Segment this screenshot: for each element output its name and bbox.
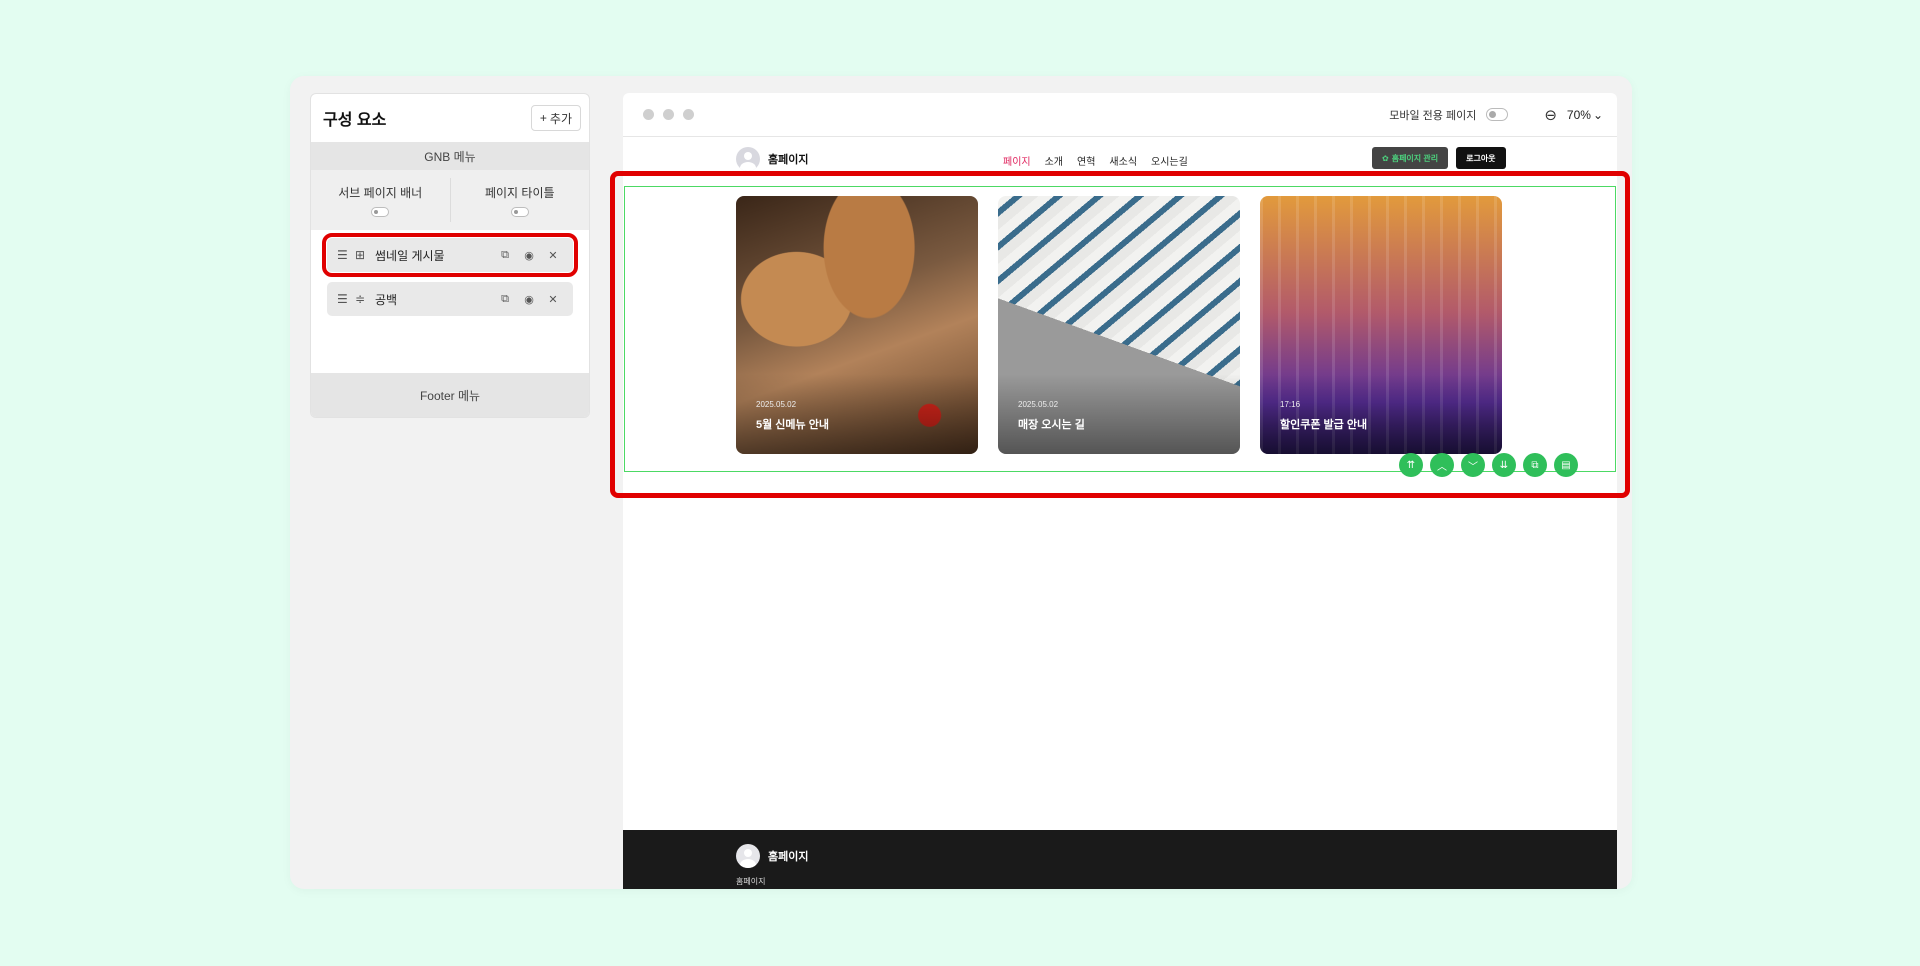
component-item-thumbnail[interactable]: ☰ ⊞ 썸네일 게시물 ⧉ ◉ ✕ xyxy=(322,233,578,277)
thumbnail-section[interactable]: 2025.05.02 5월 신메뉴 안내 2025.05.02 매장 오시는 길… xyxy=(623,183,1617,477)
site-nav: 페이지 소개 연혁 새소식 오시는길 xyxy=(1003,153,1188,168)
site-name: 홈페이지 xyxy=(768,154,809,166)
chevrons-down-icon[interactable]: ⇊ xyxy=(1492,453,1516,477)
copy-icon[interactable]: ⧉ xyxy=(493,293,517,306)
page-title-toggle[interactable] xyxy=(510,206,529,217)
sub-banner-label: 서브 페이지 배너 xyxy=(338,185,423,200)
chevron-up-icon[interactable]: ︿ xyxy=(1430,453,1454,477)
close-icon[interactable]: ✕ xyxy=(541,249,565,262)
panel-header: 구성 요소 + 추가 xyxy=(311,94,589,142)
page-title-toggle-cell: 페이지 타이틀 xyxy=(451,170,590,230)
chevrons-up-icon[interactable]: ⇈ xyxy=(1399,453,1423,477)
site-logo[interactable]: 홈페이지 xyxy=(736,147,808,171)
add-component-button[interactable]: + 추가 xyxy=(530,105,581,131)
component-item-spacer[interactable]: ☰ ≑ 공백 ⧉ ◉ ✕ xyxy=(327,282,573,316)
copy-icon[interactable]: ⧉ xyxy=(493,249,517,262)
nav-item-directions[interactable]: 오시는길 xyxy=(1151,153,1188,168)
nav-item-about[interactable]: 소개 xyxy=(1045,153,1063,168)
footer-logo[interactable]: 홈페이지 xyxy=(736,844,808,868)
nav-item-page[interactable]: 페이지 xyxy=(1003,153,1031,168)
gnb-menu-row[interactable]: GNB 메뉴 xyxy=(311,142,589,170)
mobile-only-toggle[interactable] xyxy=(1486,108,1509,121)
spacer-icon: ≑ xyxy=(354,292,366,306)
mobile-only-label: 모바일 전용 페이지 xyxy=(1389,109,1477,122)
component-list: ☰ ⊞ 썸네일 게시물 ⧉ ◉ ✕ ☰ ≑ 공백 ⧉ ◉ ✕ xyxy=(311,230,589,380)
page-preview: 모바일 전용 페이지 ⊖ 70% ⌄ 홈페이지 페이지 소개 연혁 새소식 오시… xyxy=(623,93,1617,889)
eye-icon[interactable]: ◉ xyxy=(517,293,541,306)
thumbnail-card[interactable]: 2025.05.02 5월 신메뉴 안내 xyxy=(736,196,978,454)
page-title-label: 페이지 타이틀 xyxy=(484,185,555,200)
component-label: 공백 xyxy=(375,292,398,307)
editor-window: 구성 요소 + 추가 GNB 메뉴 서브 페이지 배너 페이지 타이틀 ☰ ⊞ … xyxy=(290,76,1632,889)
window-dot xyxy=(683,109,694,120)
eye-icon[interactable]: ◉ xyxy=(517,249,541,262)
avatar xyxy=(736,147,760,171)
nav-item-news[interactable]: 새소식 xyxy=(1109,153,1137,168)
site-footer: 홈페이지 홈페이지 xyxy=(623,830,1617,889)
zoom-value: 70% xyxy=(1566,107,1591,122)
card-title: 5월 신메뉴 안내 xyxy=(756,419,829,431)
close-icon[interactable]: ✕ xyxy=(541,293,565,306)
card-date: 2025.05.02 xyxy=(756,400,797,409)
block-tools: ⇈ ︿ ﹀ ⇊ ⧉ ▤ xyxy=(1399,453,1578,477)
card-title: 매장 오시는 길 xyxy=(1018,419,1085,431)
window-dot xyxy=(663,109,674,120)
copy-icon[interactable]: ⧉ xyxy=(1523,453,1547,477)
sub-banner-toggle[interactable] xyxy=(371,206,390,217)
admin-label: 홈페이지 관리 xyxy=(1391,153,1439,163)
plus-icon: + xyxy=(539,111,547,125)
grid-icon: ⊞ xyxy=(354,248,366,262)
footer-menu-row[interactable]: Footer 메뉴 xyxy=(311,373,589,417)
zoom-out-icon[interactable]: ⊖ xyxy=(1544,106,1557,124)
card-date: 17:16 xyxy=(1280,400,1301,409)
window-dots xyxy=(643,109,694,120)
footer-subtext: 홈페이지 xyxy=(736,877,766,886)
admin-button[interactable]: ✿ 홈페이지 관리 xyxy=(1372,147,1449,169)
card-title: 할인쿠폰 발급 안내 xyxy=(1280,419,1368,431)
window-dot xyxy=(643,109,654,120)
sub-banner-toggle-cell: 서브 페이지 배너 xyxy=(311,170,450,230)
site-header: 홈페이지 페이지 소개 연혁 새소식 오시는길 ✿ 홈페이지 관리 로그아웃 xyxy=(623,137,1617,182)
components-panel: 구성 요소 + 추가 GNB 메뉴 서브 페이지 배너 페이지 타이틀 ☰ ⊞ … xyxy=(310,93,590,418)
card-date: 2025.05.02 xyxy=(1018,400,1059,409)
section-toggles: 서브 페이지 배너 페이지 타이틀 xyxy=(311,170,589,230)
logout-button[interactable]: 로그아웃 xyxy=(1456,147,1506,169)
drag-handle-icon[interactable]: ☰ xyxy=(337,292,351,306)
drag-handle-icon[interactable]: ☰ xyxy=(337,248,351,262)
trash-icon[interactable]: ▤ xyxy=(1554,453,1578,477)
chevron-down-icon: ⌄ xyxy=(1592,107,1603,122)
chevron-down-icon[interactable]: ﹀ xyxy=(1461,453,1485,477)
component-label: 썸네일 게시물 xyxy=(375,248,445,263)
preview-toolbar: 모바일 전용 페이지 ⊖ 70% ⌄ xyxy=(623,93,1617,137)
nav-item-history[interactable]: 연혁 xyxy=(1077,153,1095,168)
gear-icon: ✿ xyxy=(1382,153,1389,163)
thumbnail-card[interactable]: 17:16 할인쿠폰 발급 안내 xyxy=(1260,196,1502,454)
add-label: 추가 xyxy=(549,111,572,126)
zoom-select[interactable]: 70% ⌄ xyxy=(1567,108,1603,122)
panel-title: 구성 요소 xyxy=(323,112,387,129)
footer-site-name: 홈페이지 xyxy=(768,851,809,863)
thumbnail-card[interactable]: 2025.05.02 매장 오시는 길 xyxy=(998,196,1240,454)
site-header-buttons: ✿ 홈페이지 관리 로그아웃 xyxy=(1372,147,1506,169)
avatar xyxy=(736,844,760,868)
